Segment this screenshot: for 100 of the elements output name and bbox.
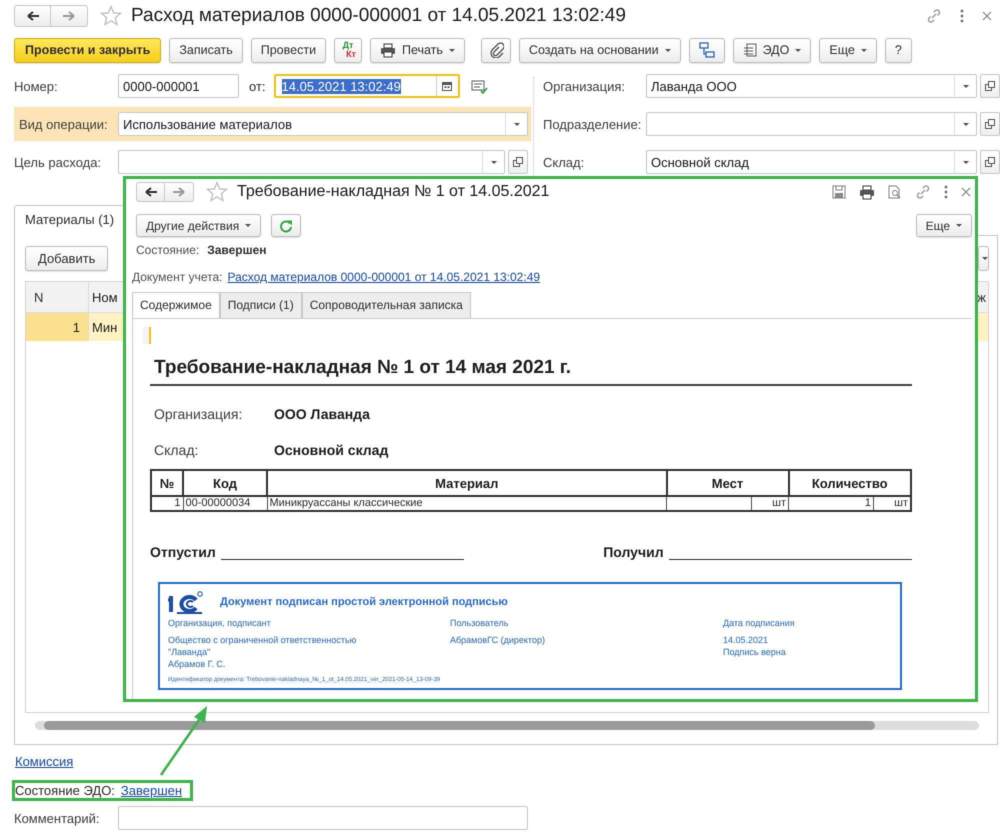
signature-label: Отпустил: [150, 544, 216, 560]
open-icon: [985, 81, 995, 91]
open-button[interactable]: [980, 112, 1000, 136]
paperclip-icon: [488, 42, 504, 58]
field-label: Склад:: [154, 442, 200, 458]
print-button[interactable]: Печать: [370, 38, 465, 62]
more-button[interactable]: Еще: [916, 214, 972, 237]
comment-field[interactable]: [118, 806, 528, 830]
field-label: Состояние ЭДО:: [15, 783, 115, 798]
document-check-icon[interactable]: [470, 78, 488, 94]
star-icon[interactable]: [206, 181, 228, 203]
purpose-field[interactable]: [118, 150, 505, 174]
field-label: от:: [249, 78, 266, 94]
menu-button[interactable]: Еще: [819, 38, 877, 62]
tab[interactable]: Содержимое: [132, 292, 220, 318]
menu-button[interactable]: Создать на основании: [518, 38, 681, 62]
printer-icon[interactable]: [859, 184, 875, 200]
attach-button[interactable]: [480, 38, 511, 62]
edo-button[interactable]: ЭДО: [732, 38, 812, 62]
stamp-text: Общество с ограниченной ответственностью: [168, 634, 358, 646]
signature-label: Получил: [603, 544, 664, 560]
close-icon[interactable]: [961, 187, 971, 197]
refresh-icon: [279, 218, 294, 232]
toolbar-button[interactable]: Провести: [250, 38, 326, 62]
window-title: Расход материалов 0000-000001 от 14.05.2021 13:02:49: [131, 5, 626, 27]
back-button[interactable]: [14, 5, 51, 27]
link-icon[interactable]: [926, 8, 942, 24]
field-value: Основной склад: [274, 442, 388, 458]
forward-arrow-icon: [172, 185, 186, 199]
toolbar-button[interactable]: Записать: [169, 38, 243, 62]
annotation-arrow: [160, 706, 207, 776]
department-field[interactable]: [646, 112, 977, 136]
stamp-label: Дата подписания: [723, 618, 795, 628]
open-button[interactable]: [508, 150, 528, 174]
caret-icon: [860, 48, 867, 52]
open-button[interactable]: [980, 150, 1000, 174]
caret-icon: [245, 224, 252, 227]
menu-button[interactable]: [978, 246, 989, 271]
preview-icon[interactable]: [888, 185, 902, 199]
commission-link[interactable]: Комиссия: [15, 754, 74, 769]
field-label: Подразделение:: [543, 116, 642, 132]
open-button[interactable]: [980, 74, 1000, 98]
document-list-icon: [742, 43, 757, 57]
document-link[interactable]: Расход материалов 0000-000001 от 14.05.2021 13:02:49: [227, 270, 540, 284]
debit-credit-button[interactable]: Дт Кт: [334, 38, 362, 62]
back-arrow-icon: [26, 9, 40, 23]
actions-button[interactable]: Другие действия: [136, 214, 262, 237]
date-field[interactable]: 14.05.2021 13:02:49: [274, 74, 460, 98]
tab[interactable]: Материалы (1): [14, 205, 126, 236]
table-cell: 1: [26, 313, 89, 341]
stamp-text: Абрамов Г. С.: [168, 658, 226, 670]
caret-icon: [448, 48, 455, 52]
add-button[interactable]: Добавить: [25, 246, 108, 271]
caret-icon: [490, 160, 496, 164]
more-icon[interactable]: [944, 185, 948, 199]
field-label: Склад:: [543, 154, 586, 170]
link-icon[interactable]: [915, 184, 931, 200]
field-label: Документ учета:: [132, 270, 222, 284]
warehouse-field[interactable]: Основной склад: [646, 150, 977, 174]
edo-status-link[interactable]: Завершен: [120, 783, 182, 798]
caret-icon: [962, 122, 968, 126]
more-icon[interactable]: [960, 9, 964, 23]
stamp-text: АбрамовГС (директор): [450, 634, 546, 646]
number-field[interactable]: 0000-000001: [118, 74, 239, 98]
column-header: Код: [183, 470, 267, 496]
logo-icon: [168, 590, 204, 614]
column-header: Количество: [788, 470, 911, 496]
caret-icon: [962, 160, 968, 164]
scroll-thumb[interactable]: [44, 720, 876, 730]
open-icon: [513, 157, 523, 167]
column-header: ж: [976, 288, 987, 306]
toolbar-button[interactable]: ?: [884, 38, 912, 62]
table-cell: 1: [788, 496, 874, 511]
back-arrow-icon: [144, 185, 158, 199]
field-label: Организация:: [154, 406, 244, 422]
save-icon[interactable]: [832, 185, 846, 199]
star-icon[interactable]: [100, 5, 122, 27]
field-label: Состояние:: [136, 243, 200, 257]
back-button[interactable]: [136, 182, 165, 202]
field-label: Номер:: [14, 78, 59, 94]
organization-field[interactable]: Лаванда ООО: [646, 74, 977, 98]
document-title: Требование-накладная № 1 от 14 мая 2021 г.: [150, 357, 912, 386]
refresh-button[interactable]: [271, 214, 302, 237]
field-value: ООО Лаванда: [274, 406, 370, 422]
cell-cursor: [143, 327, 151, 344]
open-icon: [985, 119, 995, 129]
forward-arrow-icon: [62, 9, 76, 23]
post-and-close-button[interactable]: Провести и закрыть: [14, 38, 162, 62]
stamp-title: Документ подписан простой электронной подписью: [220, 596, 508, 608]
structure-button[interactable]: [688, 38, 725, 62]
operation-field[interactable]: Использование материалов: [118, 112, 528, 136]
caret-icon: [956, 224, 962, 227]
table-cell: 1: [151, 496, 183, 511]
caret-icon: [982, 257, 988, 260]
caret-icon: [664, 48, 671, 52]
tab[interactable]: Подписи (1): [220, 292, 302, 318]
field-label: Комментарий:: [14, 810, 100, 826]
tab[interactable]: Сопроводительная записка: [302, 292, 471, 318]
close-icon[interactable]: [982, 11, 992, 21]
stamp-text: "Лаванда": [168, 646, 212, 658]
